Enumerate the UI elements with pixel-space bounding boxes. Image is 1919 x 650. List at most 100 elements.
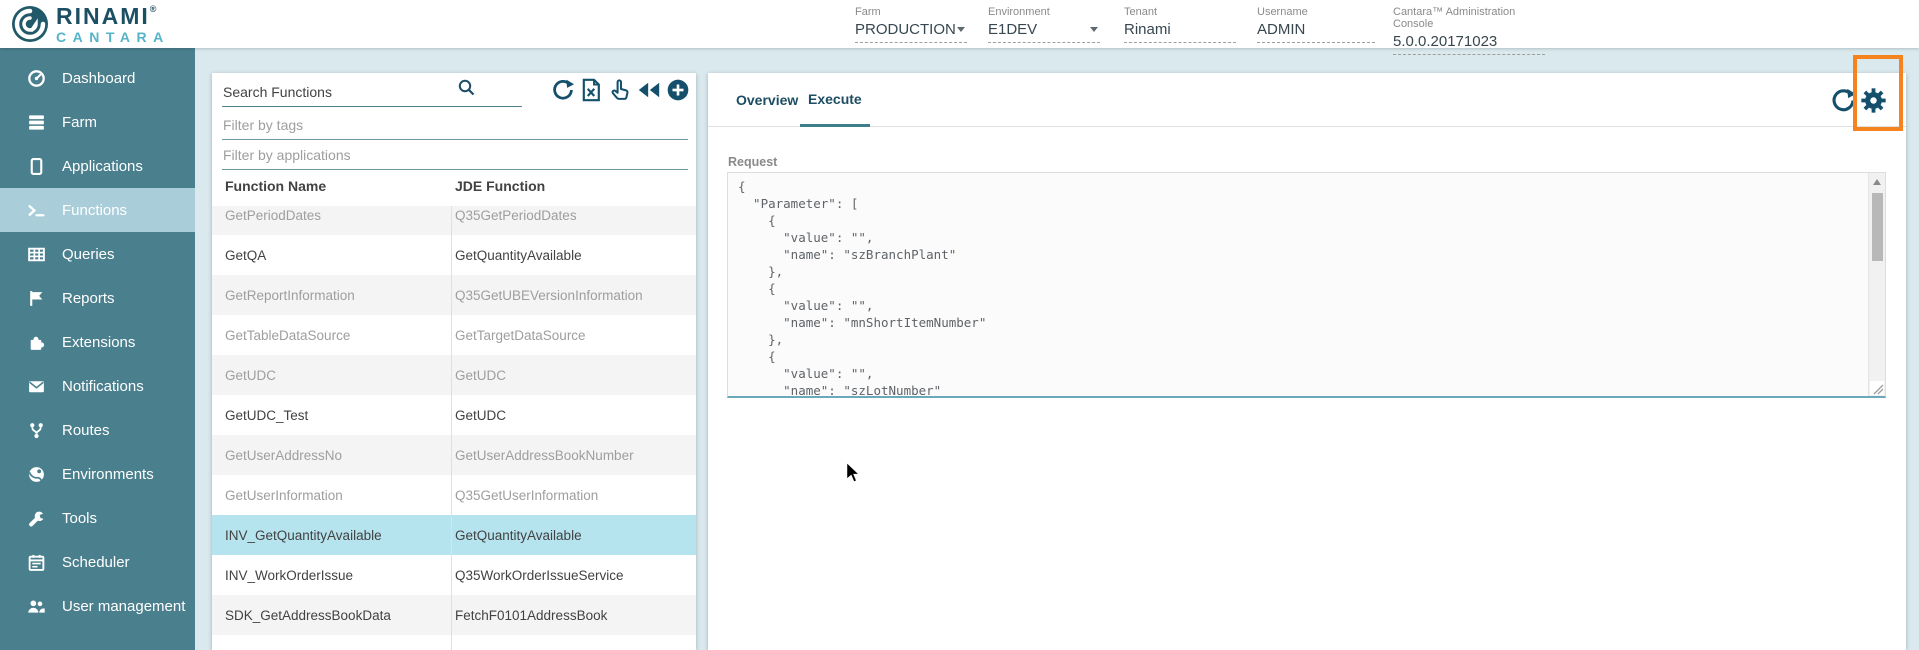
sidebar-item-label: Routes — [62, 422, 110, 439]
sidebar-item-label: Reports — [62, 290, 115, 307]
sidebar-item-queries[interactable]: Queries — [0, 232, 195, 276]
table-row[interactable]: GetUDCGetUDC — [212, 355, 696, 395]
sidebar-item-reports[interactable]: Reports — [0, 276, 195, 320]
tab-execute[interactable]: Execute — [800, 73, 870, 127]
functions-terminal-icon — [26, 200, 46, 220]
functions-list-panel: Function Name JDE Function GetPeriodDate… — [212, 73, 696, 650]
table-row[interactable]: GetQAGetQuantityAvailable — [212, 235, 696, 275]
sidebar-item-label: Applications — [62, 158, 143, 175]
environment-select[interactable]: Environment E1DEV — [988, 6, 1100, 43]
sidebar-item-label: Farm — [62, 114, 97, 131]
chevron-down-icon[interactable] — [957, 27, 965, 32]
console-version-field: Cantara™ Administration Console 5.0.0.20… — [1393, 6, 1545, 55]
rinami-logo-icon — [10, 4, 50, 44]
function-detail-panel: Overview Execute — [708, 73, 1906, 650]
registered-mark: ® — [150, 4, 159, 14]
table-row[interactable]: GetTableDataSourceGetTargetDataSource — [212, 315, 696, 355]
sidebar-item-label: Notifications — [62, 378, 144, 395]
sidebar-nav: Dashboard Farm Applications Functions Qu… — [0, 48, 195, 650]
sidebar-item-label: Scheduler — [62, 554, 130, 571]
scrollbar-thumb[interactable] — [1872, 193, 1883, 261]
functions-table-header: Function Name JDE Function — [212, 178, 696, 206]
farm-label: Farm — [855, 6, 967, 18]
table-row-selected[interactable]: INV_GetQuantityAvailableGetQuantityAvail… — [212, 515, 696, 555]
table-row[interactable]: SDK_GetAddressBookDataFetchF0101AddressB… — [212, 595, 696, 635]
search-icon[interactable] — [457, 78, 476, 102]
dashboard-icon — [26, 68, 46, 88]
sidebar-item-label: Extensions — [62, 334, 135, 351]
export-excel-icon[interactable] — [579, 78, 604, 103]
sidebar-item-routes[interactable]: Routes — [0, 408, 195, 452]
refresh-icon[interactable] — [1828, 85, 1858, 115]
environment-label: Environment — [988, 6, 1100, 18]
tenant-field: Tenant Rinami — [1124, 6, 1236, 43]
sidebar-item-label: Tools — [62, 510, 97, 527]
tenant-label: Tenant — [1124, 6, 1236, 18]
add-function-icon[interactable] — [665, 78, 690, 103]
textarea-resize-grip[interactable] — [1870, 381, 1884, 395]
sidebar-item-functions[interactable]: Functions — [0, 188, 195, 232]
hand-pointer-icon[interactable] — [608, 78, 633, 103]
sidebar-item-label: Functions — [62, 202, 127, 219]
farm-icon — [26, 112, 46, 132]
environments-globe-icon — [26, 464, 46, 484]
tools-wrench-icon — [26, 508, 46, 528]
table-row[interactable] — [212, 635, 696, 650]
scroll-up-arrow[interactable] — [1873, 179, 1881, 185]
tenant-value: Rinami — [1124, 21, 1171, 38]
editor-scrollbar[interactable] — [1868, 173, 1885, 397]
sidebar-item-applications[interactable]: Applications — [0, 144, 195, 188]
sidebar-item-extensions[interactable]: Extensions — [0, 320, 195, 364]
farm-select[interactable]: Farm PRODUCTION — [855, 6, 967, 43]
refresh-icon[interactable] — [550, 78, 575, 103]
extensions-puzzle-icon — [26, 332, 46, 352]
search-functions-input[interactable] — [222, 80, 522, 107]
request-json-editor[interactable]: { "Parameter": [ { "value": "", "name": … — [727, 172, 1886, 398]
tab-overview[interactable]: Overview — [728, 73, 806, 127]
scheduler-calendar-icon — [26, 552, 46, 572]
chevron-down-icon[interactable] — [1090, 27, 1098, 32]
sidebar-item-notifications[interactable]: Notifications — [0, 364, 195, 408]
console-version-value: 5.0.0.20171023 — [1393, 33, 1497, 50]
sidebar-item-user-management[interactable]: User management — [0, 584, 195, 628]
sidebar-item-label: Environments — [62, 466, 154, 483]
table-row[interactable]: GetUserInformationQ35GetUserInformation — [212, 475, 696, 515]
sidebar-item-scheduler[interactable]: Scheduler — [0, 540, 195, 584]
queries-icon — [26, 244, 46, 264]
farm-value: PRODUCTION — [855, 21, 956, 38]
table-row[interactable]: GetReportInformationQ35GetUBEVersionInfo… — [212, 275, 696, 315]
rewind-icon[interactable] — [636, 78, 661, 103]
filter-by-tags-input[interactable] — [222, 113, 688, 140]
table-row[interactable]: GetUDC_TestGetUDC — [212, 395, 696, 435]
sidebar-item-environments[interactable]: Environments — [0, 452, 195, 496]
sidebar-item-label: Dashboard — [62, 70, 135, 87]
sidebar-item-dashboard[interactable]: Dashboard — [0, 56, 195, 100]
functions-table-body: GetPeriodDatesQ35GetPeriodDates GetQAGet… — [212, 206, 696, 650]
column-divider — [451, 206, 452, 650]
detail-tabs: Overview Execute — [708, 73, 1906, 127]
sidebar-item-label: Queries — [62, 246, 115, 263]
app-root: RINAMI® CANTARA Farm PRODUCTION Environm… — [0, 0, 1919, 650]
sidebar-item-label: User management — [62, 598, 185, 615]
sidebar-item-tools[interactable]: Tools — [0, 496, 195, 540]
username-field: Username ADMIN — [1257, 6, 1375, 43]
request-section-label: Request — [728, 155, 777, 169]
request-json-content[interactable]: { "Parameter": [ { "value": "", "name": … — [728, 173, 1868, 396]
notifications-envelope-icon — [26, 376, 46, 396]
environment-value: E1DEV — [988, 21, 1037, 38]
logo-text-rinami: RINAMI — [56, 3, 150, 29]
console-title-label: Cantara™ Administration Console — [1393, 6, 1545, 30]
sidebar-item-farm[interactable]: Farm — [0, 100, 195, 144]
top-header: RINAMI® CANTARA Farm PRODUCTION Environm… — [0, 0, 1919, 48]
applications-icon — [26, 156, 46, 176]
routes-branch-icon — [26, 420, 46, 440]
rinami-cantara-logo: RINAMI® CANTARA — [10, 4, 170, 44]
reports-flag-icon — [26, 288, 46, 308]
table-row[interactable]: GetUserAddressNoGetUserAddressBookNumber — [212, 435, 696, 475]
table-row[interactable]: GetPeriodDatesQ35GetPeriodDates — [212, 206, 696, 235]
functions-toolbar — [550, 75, 690, 105]
username-value: ADMIN — [1257, 21, 1305, 38]
filter-by-applications-input[interactable] — [222, 143, 688, 170]
table-row[interactable]: INV_WorkOrderIssueQ35WorkOrderIssueServi… — [212, 555, 696, 595]
settings-gear-icon[interactable] — [1858, 85, 1888, 115]
